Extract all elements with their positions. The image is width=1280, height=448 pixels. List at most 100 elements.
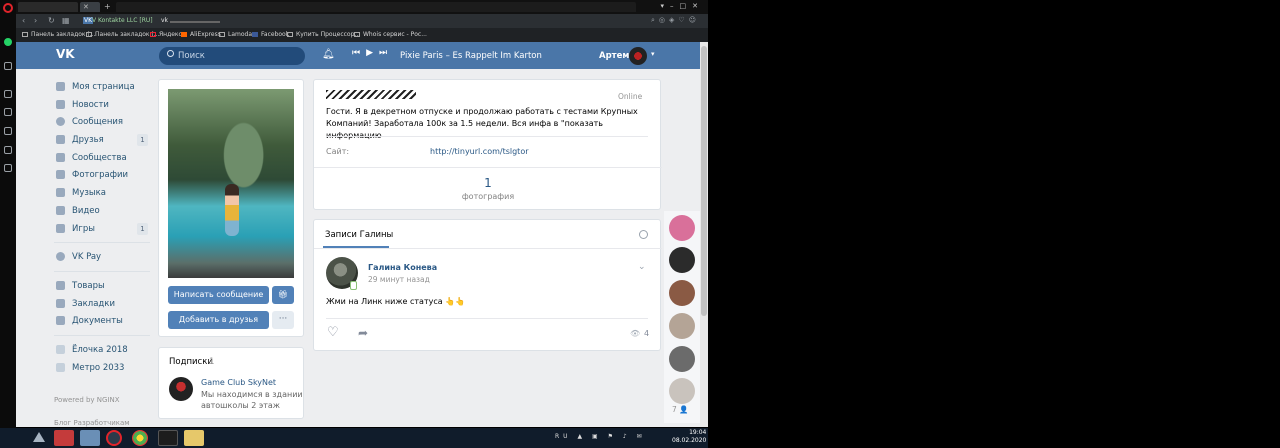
group-avatar[interactable] — [169, 377, 193, 401]
heart-icon[interactable]: ♡ — [327, 325, 339, 340]
forward-icon[interactable]: › — [34, 16, 37, 25]
taskbar-app-icon[interactable] — [80, 430, 100, 446]
friends-more-count[interactable]: 7 👤 — [672, 405, 689, 414]
history-icon[interactable] — [4, 146, 12, 154]
nav-vkpay[interactable]: VK Pay — [54, 249, 154, 267]
friend-avatar[interactable] — [669, 215, 695, 241]
page-body: Моя страница Новости Сообщения Друзья 1 С… — [16, 69, 700, 427]
friend-avatar[interactable] — [669, 313, 695, 339]
back-icon[interactable]: ‹ — [22, 16, 25, 25]
bookmark-item[interactable]: Whois сервис - Рос... — [354, 31, 427, 38]
friend-avatar[interactable] — [669, 280, 695, 306]
speed-dial-icon[interactable] — [4, 90, 12, 98]
opera-logo-icon[interactable] — [3, 3, 13, 13]
nav-goods[interactable]: Товары — [54, 278, 154, 296]
clock-icon[interactable] — [4, 164, 12, 172]
nav-news[interactable]: Новости — [54, 97, 154, 115]
speed-dial-icon[interactable]: ▦ — [62, 16, 70, 25]
music-icon — [56, 188, 65, 198]
url-field[interactable]: vk — [161, 17, 220, 24]
clock[interactable]: 19:04 08.02.2020 — [672, 429, 706, 445]
avatar[interactable] — [629, 47, 647, 65]
nav-app-elochka[interactable]: Ёлочка 2018 — [54, 342, 154, 360]
nav-photos[interactable]: Фотографии — [54, 167, 154, 185]
user-name[interactable]: Артем — [599, 51, 629, 61]
document-icon — [56, 316, 65, 326]
reload-icon[interactable]: ↻ — [48, 16, 55, 25]
chevron-down-icon[interactable]: ⌄ — [638, 262, 646, 272]
bell-icon[interactable]: 🔔︎ — [322, 49, 335, 60]
scrollbar-thumb[interactable] — [701, 46, 707, 316]
new-tab-icon[interactable]: + — [104, 2, 111, 11]
tab-wall-posts[interactable]: Записи Галины — [325, 230, 393, 240]
share-icon[interactable]: ➦ — [358, 326, 368, 340]
start-icon[interactable] — [33, 432, 45, 442]
more-actions-button[interactable]: ··· — [272, 311, 294, 329]
friend-avatar[interactable] — [669, 378, 695, 404]
group-description: Мы находимся в здании автошколы 2 этаж — [201, 390, 303, 410]
close-icon[interactable]: ✕ — [83, 3, 89, 11]
post-author[interactable]: Галина Конева — [368, 263, 437, 272]
next-track-icon[interactable]: ⏭︎ — [379, 48, 387, 58]
tab[interactable] — [18, 2, 78, 12]
search-input[interactable]: Поиск — [159, 47, 305, 65]
nav-music[interactable]: Музыка — [54, 185, 154, 203]
write-message-button[interactable]: Написать сообщение — [168, 286, 269, 304]
current-track[interactable]: Pixie Paris – Es Rappelt Im Karton — [400, 51, 542, 61]
bookmark-item[interactable]: Яндекс — [150, 31, 182, 38]
profile-info-card: Online Гости. Я в декретном отпуске и пр… — [313, 79, 662, 210]
add-friend-button[interactable]: Добавить в друзья — [168, 311, 269, 329]
address-bar-icons[interactable]: ⌕◎◈♡☺ — [651, 16, 700, 25]
nav-app-metro[interactable]: Метро 2033 — [54, 360, 154, 378]
news-icon[interactable] — [4, 127, 12, 135]
play-icon[interactable]: ▶ — [366, 48, 373, 58]
search-icon[interactable] — [639, 230, 648, 239]
nav-bookmarks[interactable]: Закладки — [54, 296, 154, 314]
bookmark-item[interactable]: Facebook — [252, 31, 289, 38]
nav-documents[interactable]: Документы — [54, 313, 154, 331]
whatsapp-icon[interactable] — [4, 38, 12, 46]
chrome-taskbar-icon[interactable] — [132, 430, 148, 446]
heart-icon[interactable] — [4, 108, 12, 116]
nav-video[interactable]: Видео — [54, 203, 154, 221]
window-controls[interactable]: ▾–□✕ — [661, 2, 705, 10]
nav-my-page[interactable]: Моя страница — [54, 79, 154, 97]
friend-avatar[interactable] — [669, 346, 695, 372]
profile-photo[interactable] — [168, 89, 294, 278]
prev-track-icon[interactable]: ⏮︎ — [352, 48, 360, 58]
nav-groups[interactable]: Сообщества — [54, 150, 154, 168]
taskbar-app-icon[interactable] — [158, 430, 178, 446]
folder-taskbar-icon[interactable] — [184, 430, 204, 446]
photos-label[interactable]: фотография — [314, 192, 662, 201]
powered-by[interactable]: Powered by NGINX — [54, 396, 120, 404]
divider — [54, 270, 150, 272]
nav-friends[interactable]: Друзья 1 — [54, 132, 154, 150]
certificate-label[interactable]: V Kontakte LLC [RU] — [92, 17, 153, 24]
friend-avatar[interactable] — [669, 247, 695, 273]
profile-photo-card: Написать сообщение 🎁︎ Добавить в друзья … — [158, 79, 304, 337]
vk-logo-icon[interactable]: VK — [56, 47, 76, 61]
site-link[interactable]: http://tinyurl.com/tslgtor — [430, 147, 529, 156]
bookmark-item[interactable]: Купить Процессор... — [287, 31, 360, 38]
bookmark-item[interactable]: AliExpress — [181, 31, 221, 38]
group-name[interactable]: Game Club SkyNet — [201, 378, 276, 387]
chevron-down-icon[interactable]: ▾ — [651, 50, 655, 58]
bookmark-item[interactable]: Панель закладок (... — [22, 31, 96, 38]
bookmark-item[interactable]: Панель закладок (... — [86, 31, 160, 38]
nav-games[interactable]: Игры 1 — [54, 221, 154, 239]
tab-strip — [116, 2, 636, 12]
scrollbar[interactable] — [700, 42, 708, 427]
footer-links[interactable]: Блог Разработчикам — [54, 419, 130, 427]
divider — [54, 334, 150, 336]
gift-icon[interactable]: 🎁︎ — [272, 286, 294, 304]
photos-count[interactable]: 1 — [314, 176, 662, 190]
opera-taskbar-icon[interactable] — [106, 430, 122, 446]
taskbar-app-icon[interactable] — [54, 430, 74, 446]
bookmark-item[interactable]: Lamoda — [219, 31, 252, 38]
divider — [314, 248, 662, 249]
subscriptions-title[interactable]: Подписки — [169, 357, 213, 367]
system-tray[interactable]: RU ▲ ▣ ⚑ ♪ ✉ — [555, 433, 646, 440]
post-time[interactable]: 29 минут назад — [368, 275, 430, 284]
nav-messages[interactable]: Сообщения — [54, 114, 154, 132]
snapshot-icon[interactable] — [4, 62, 12, 70]
